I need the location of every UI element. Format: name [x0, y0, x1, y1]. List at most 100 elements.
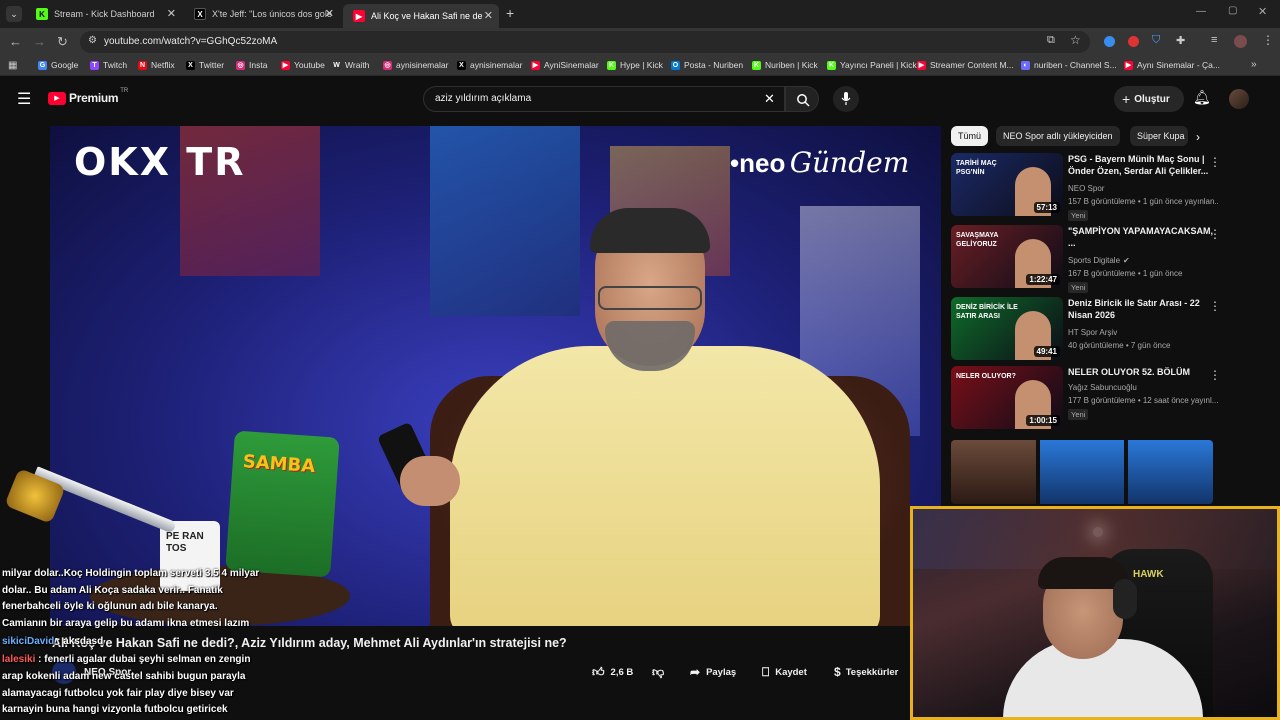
bookmark-item[interactable]: K Nuriben | Kick	[752, 60, 818, 70]
bookmark-item[interactable]: ▶ AyniSinemalar	[531, 60, 599, 70]
kebab-menu-icon[interactable]: ⋮	[1209, 368, 1221, 382]
duration-badge: 1:00:15	[1026, 415, 1060, 426]
close-icon[interactable]: ✕	[167, 7, 176, 20]
thumb-panel	[1128, 440, 1214, 504]
kebab-menu-icon[interactable]: ⋮	[1209, 155, 1221, 169]
window-close-icon[interactable]: ✕	[1258, 5, 1267, 18]
extensions-puzzle-icon[interactable]: ✚	[1176, 34, 1185, 47]
chip-all[interactable]: Tümü	[951, 126, 989, 146]
bookmark-item[interactable]: N Netflix	[138, 60, 175, 70]
address-bar[interactable]: ⚙ youtube.com/watch?v=GGhQc52zoMA ⧉ ☆	[80, 31, 1090, 53]
video-thumbnail[interactable]: DENİZ BİRİCİK İLE SATIR ARASI 49:41	[951, 297, 1063, 360]
chat-text: : aksdasd	[57, 636, 104, 647]
video-thumbnail[interactable]: TARİHİ MAÇ PSG'NİN 57:13	[951, 153, 1063, 216]
host-body	[450, 346, 880, 626]
save-button[interactable]: ⎕ Kaydet	[756, 660, 820, 684]
video-thumbnail[interactable]: SAVAŞMAYA GELİYORUZ 1:22:47	[951, 225, 1063, 288]
okx-logo: OKX TR	[74, 140, 246, 184]
share-button[interactable]: ➦ Paylaş	[684, 660, 748, 684]
more-bookmarks-icon[interactable]: »	[1251, 59, 1257, 70]
chat-message: Camianın bir araya gelip bu adamı ikna e…	[2, 618, 249, 629]
bookmark-star-icon[interactable]: ☆	[1070, 33, 1081, 47]
rec-thumbnail-partial[interactable]	[951, 440, 1214, 504]
chip-super-cup[interactable]: Süper Kupa	[1130, 126, 1188, 146]
minimize-icon[interactable]: —	[1196, 6, 1206, 17]
account-avatar[interactable]	[1229, 89, 1249, 109]
forward-icon[interactable]: →	[33, 34, 46, 49]
bookmark-item[interactable]: T Twitch	[90, 60, 127, 70]
bookmark-item[interactable]: K Hype | Kick	[607, 60, 663, 70]
dislike-button[interactable]: 👎︎	[644, 660, 674, 684]
recommended-video[interactable]: TARİHİ MAÇ PSG'NİN 57:13 PSG - Bayern Müni…	[951, 153, 1251, 221]
youtube-logo[interactable]: ▶ Premium TR	[48, 88, 128, 105]
chip-from-uploader[interactable]: NEO Spor adlı yükleyiciden	[996, 126, 1120, 146]
bookmark-item[interactable]: ▶ Aynı Sinemalar - Ça...	[1124, 60, 1220, 70]
chat-message: arap kokenli adam new castel sahibi bugu…	[2, 671, 245, 682]
bookmark-item[interactable]: ◎ aynisinemalar	[383, 60, 448, 70]
rec-channel-name: Yağız Sabuncuoğlu	[1068, 383, 1137, 392]
maximize-icon[interactable]: ▢	[1228, 5, 1237, 16]
thanks-button[interactable]: $ Teşekkürler	[828, 660, 906, 684]
apps-grid-icon[interactable]: ▦	[8, 60, 17, 71]
search-box[interactable]: aziz yıldırım açıklama ✕	[423, 86, 785, 112]
site-info-icon[interactable]: ⚙	[88, 35, 97, 46]
video-player[interactable]: SAMBA PE RAN TOS OKX TR •neo Gündem	[50, 126, 941, 626]
rec-channel[interactable]: NEO Spor	[1068, 184, 1104, 193]
extension-icon[interactable]	[1104, 36, 1115, 47]
rec-channel[interactable]: Sports Digitale ✔	[1068, 256, 1130, 265]
shield-icon[interactable]: ⛉	[1152, 34, 1160, 47]
rec-channel[interactable]: Yağız Sabuncuoğlu	[1068, 383, 1137, 392]
bookmark-item[interactable]: ▶ Youtube	[281, 60, 325, 70]
close-icon[interactable]: ✕	[325, 7, 334, 20]
kebab-menu-icon[interactable]: ⋮	[1209, 299, 1221, 313]
kebab-menu-icon[interactable]: ⋮	[1262, 33, 1274, 47]
bookmark-item[interactable]: X Twitter	[186, 60, 224, 70]
rec-title[interactable]: NELER OLUYOR 52. BÖLÜM	[1068, 366, 1216, 378]
like-button[interactable]: 👍︎ 2,6 B	[584, 660, 642, 684]
reading-list-icon[interactable]: ≡	[1211, 34, 1217, 46]
bookmark-item[interactable]: ◎ Insta	[236, 60, 267, 70]
browser-toolbar: ← → ↻ ⚙ youtube.com/watch?v=GGhQc52zoMA …	[0, 28, 1280, 56]
thumbnail-caption: NELER OLUYOR?	[956, 373, 1016, 380]
chevron-right-icon[interactable]: ›	[1196, 130, 1200, 144]
tab-twitter[interactable]: X X'te Jeff: "Los únicos dos goles ✕	[184, 2, 340, 26]
reload-icon[interactable]: ↻	[57, 34, 68, 50]
profile-avatar-icon[interactable]	[1234, 35, 1247, 48]
voice-search-button[interactable]	[833, 86, 859, 112]
bookmark-item[interactable]: O Posta - Nuriben	[671, 60, 743, 70]
recommended-video[interactable]: DENİZ BİRİCİK İLE SATIR ARASI 49:41 Deniz …	[951, 297, 1251, 361]
recommended-video[interactable]: NELER OLUYOR? 1:00:15 NELER OLUYOR 52. BÖL…	[951, 366, 1251, 430]
tab-search-icon[interactable]: ⌄	[6, 6, 22, 22]
search-button[interactable]	[785, 86, 819, 112]
rec-title[interactable]: "ŞAMPİYON YAPAMAYACAKSAM, ...	[1068, 225, 1216, 249]
thumbs-down-icon: 👎︎	[652, 664, 665, 679]
rec-title[interactable]: Deniz Biricik ile Satır Arası - 22 Nisan…	[1068, 297, 1216, 321]
bookmark-item[interactable]: ◐ nuriben - Channel S...	[1021, 60, 1117, 70]
install-icon[interactable]: ⧉	[1047, 34, 1055, 47]
bookmark-item[interactable]: G Google	[38, 60, 78, 70]
video-thumbnail[interactable]: NELER OLUYOR? 1:00:15	[951, 366, 1063, 429]
extension-icon[interactable]	[1128, 36, 1139, 47]
recommended-video[interactable]: SAVAŞMAYA GELİYORUZ 1:22:47 "ŞAMPİYON YAPA…	[951, 225, 1251, 293]
bookmark-item[interactable]: ▶ Streamer Content M...	[917, 60, 1014, 70]
bookmark-label: Yayıncı Paneli | Kick	[840, 60, 917, 70]
bookmark-item[interactable]: W Wraith	[332, 60, 369, 70]
bookmark-favicon-icon: ▶	[1124, 60, 1133, 70]
tab-youtube-active[interactable]: ▶ Ali Koç ve Hakan Safi ne dedi?, ✕	[343, 4, 499, 28]
notifications-bell-icon[interactable]: 🔔︎	[1193, 89, 1211, 106]
tab-kick-dashboard[interactable]: K Stream - Kick Dashboard ✕	[26, 2, 182, 26]
back-icon[interactable]: ←	[9, 34, 22, 49]
new-tab-icon[interactable]: +	[506, 5, 514, 21]
rec-channel[interactable]: HT Spor Arşiv	[1068, 328, 1117, 337]
streamer-webcam: HAWK	[910, 506, 1280, 720]
close-icon[interactable]: ✕	[484, 9, 493, 22]
rec-title[interactable]: PSG - Bayern Münih Maç Sonu | Önder Özen…	[1068, 153, 1216, 177]
create-button[interactable]: + Oluştur	[1114, 86, 1184, 112]
thumbnail-caption: DENİZ BİRİCİK İLE SATIR ARASI	[956, 304, 1018, 320]
kebab-menu-icon[interactable]: ⋮	[1209, 227, 1221, 241]
clear-search-icon[interactable]: ✕	[764, 91, 775, 107]
hamburger-menu-icon[interactable]: ☰	[17, 89, 31, 109]
search-input[interactable]: aziz yıldırım açıklama	[435, 93, 531, 104]
bookmark-item[interactable]: Xaynisinemalar	[457, 60, 522, 70]
bookmark-item[interactable]: K Yayıncı Paneli | Kick	[827, 60, 917, 70]
